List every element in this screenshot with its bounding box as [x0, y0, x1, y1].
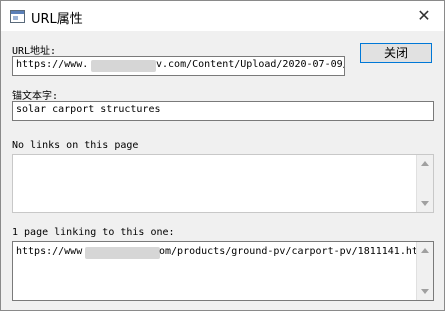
chevron-down-icon[interactable] — [421, 201, 429, 206]
outgoing-links-scrollbar[interactable] — [416, 155, 433, 212]
window-title: URL属性 — [31, 12, 83, 27]
chevron-up-icon[interactable] — [421, 161, 429, 166]
incoming-links-scrollbar[interactable] — [416, 242, 433, 300]
chevron-down-icon[interactable] — [421, 289, 429, 294]
incoming-links-label: 1 page linking to this one: — [12, 227, 175, 238]
anchor-text-value: solar carport structures — [16, 104, 161, 115]
outgoing-links-label: No links on this page — [12, 140, 139, 151]
title-bar[interactable]: URL属性 ✕ — [1, 1, 444, 31]
url-field[interactable]: https://www. v.com/Content/Upload/2020-0… — [12, 56, 345, 76]
redacted-segment — [85, 247, 160, 259]
window-icon — [10, 10, 25, 23]
properties-dialog: URL属性 ✕ URL地址: https://www. v.com/Conten… — [0, 0, 445, 311]
incoming-links-list[interactable]: https://www om/products/ground-pv/carpor… — [12, 241, 434, 301]
anchor-text-field[interactable]: solar carport structures — [12, 101, 434, 121]
close-button[interactable]: 关闭 — [360, 43, 432, 63]
incoming-link-suffix[interactable]: om/products/ground-pv/carport-pv/1811141… — [159, 246, 418, 257]
close-icon[interactable]: ✕ — [414, 5, 434, 27]
redacted-segment — [91, 60, 156, 72]
chevron-up-icon[interactable] — [421, 248, 429, 253]
url-value-prefix: https://www. — [16, 59, 89, 70]
url-value-suffix: v.com/Content/Upload/2020-07-09/20 — [156, 59, 345, 70]
anchor-label: 锚文本字: — [12, 91, 59, 102]
incoming-link-prefix[interactable]: https://www — [16, 246, 82, 257]
outgoing-links-list[interactable] — [12, 154, 434, 213]
url-label: URL地址: — [12, 46, 57, 57]
